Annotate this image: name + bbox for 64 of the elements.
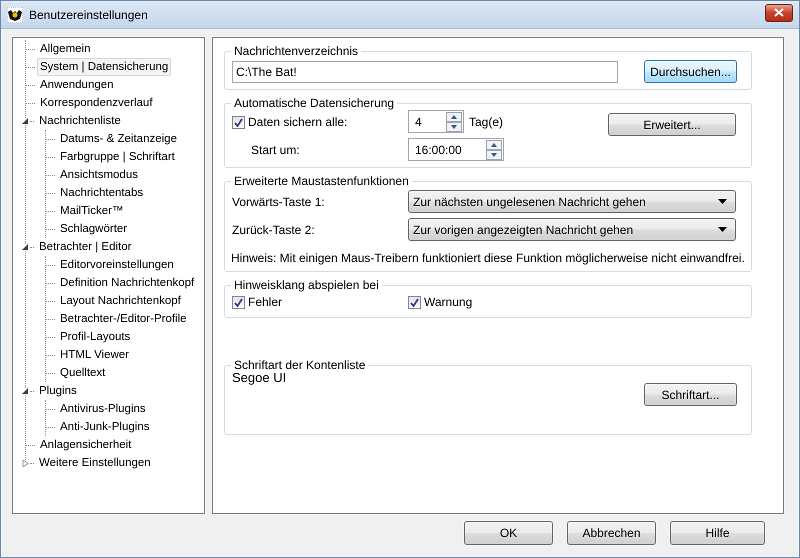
- dropdown[interactable]: Zur vorigen angezeigten Nachricht gehen: [408, 218, 736, 241]
- tree-item[interactable]: HTML Viewer: [57, 346, 132, 364]
- field-label: Zurück-Taste 2:: [232, 222, 316, 236]
- close-icon: [774, 8, 784, 17]
- tree-item[interactable]: Schlagwörter: [57, 220, 130, 238]
- tree-item[interactable]: Betrachter-/Editor-Profile: [57, 310, 190, 328]
- tree-item[interactable]: System | Datensicherung: [37, 58, 172, 76]
- bat-icon: [7, 6, 23, 22]
- caret-icon: [718, 227, 727, 232]
- collapse-icon[interactable]: [22, 388, 29, 394]
- button[interactable]: Schriftart...: [644, 383, 737, 406]
- tree-item[interactable]: Anlagensicherheit: [37, 436, 134, 454]
- caret-icon: [718, 199, 727, 204]
- hint-text: Hinweis: Mit einigen Maus-Treibern funktioniert diese Funktion möglicherweise nicht einwandfrei.: [231, 251, 746, 265]
- font-name: Segoe UI: [232, 370, 288, 385]
- tree-item[interactable]: Anti-Junk-Plugins: [57, 418, 152, 436]
- field-label: Start um:: [250, 143, 301, 157]
- checkbox[interactable]: [408, 296, 421, 308]
- button[interactable]: Durchsuchen...: [644, 60, 737, 83]
- tree-item[interactable]: Quelltext: [57, 364, 108, 382]
- tree-item[interactable]: Profil-Layouts: [57, 328, 134, 346]
- tree-item[interactable]: Nachrichtenliste: [36, 112, 124, 130]
- tree-item[interactable]: Korrespondenzverlauf: [37, 94, 156, 112]
- button[interactable]: Erweitert...: [608, 113, 736, 136]
- checkbox[interactable]: [232, 116, 245, 128]
- expand-icon[interactable]: [22, 460, 29, 466]
- unit-label: Tag(e): [469, 114, 504, 128]
- tree-item[interactable]: Datums- & Zeitanzeige: [57, 130, 180, 148]
- close-button[interactable]: [765, 4, 793, 22]
- tree-item[interactable]: Betrachter | Editor: [36, 238, 134, 256]
- tree-item[interactable]: Editorvoreinstellungen: [57, 256, 177, 274]
- spin-field[interactable]: 4: [408, 110, 464, 133]
- spin-field[interactable]: 16:00:00: [408, 138, 504, 161]
- tree-item[interactable]: Ansichtsmodus: [57, 166, 141, 184]
- tree-item[interactable]: Plugins: [36, 382, 80, 400]
- button[interactable]: Abbrechen: [567, 521, 656, 545]
- tree-item[interactable]: Antivirus-Plugins: [57, 400, 149, 418]
- path-field[interactable]: C:\The Bat!: [232, 60, 618, 82]
- group-title: Nachrichtenverzeichnis: [233, 44, 360, 58]
- tree-item[interactable]: MailTicker™: [57, 202, 126, 220]
- dropdown[interactable]: Zur nächsten ungelesenen Nachricht gehen: [408, 190, 736, 213]
- checkbox[interactable]: [232, 296, 245, 308]
- collapse-icon[interactable]: [22, 244, 29, 250]
- field-label: Vorwärts-Taste 1:: [232, 194, 326, 208]
- tree-item[interactable]: Allgemein: [37, 40, 94, 58]
- group-title: Automatische Datensicherung: [233, 96, 396, 110]
- spinner-arrows-icon: [486, 140, 502, 160]
- button[interactable]: OK: [464, 521, 553, 545]
- tree-item[interactable]: Nachrichtentabs: [57, 184, 146, 202]
- checkbox-label: Warnung: [424, 295, 472, 309]
- tree-item[interactable]: Farbgruppe | Schriftart: [57, 148, 178, 166]
- group-title: Hinweisklang abspielen bei: [233, 278, 380, 292]
- tree-item[interactable]: Weitere Einstellungen: [36, 454, 154, 472]
- collapse-icon[interactable]: [22, 118, 29, 124]
- window-title: Benutzereinstellungen: [29, 8, 149, 22]
- checkbox-label: Daten sichern alle:: [248, 115, 348, 129]
- button[interactable]: Hilfe: [670, 521, 765, 545]
- checkbox-label: Fehler: [248, 295, 282, 309]
- spinner-arrows-icon: [446, 112, 462, 132]
- group-title: Erweiterte Maustastenfunktionen: [233, 174, 410, 188]
- tree-item[interactable]: Anwendungen: [37, 76, 117, 94]
- tree-item[interactable]: Definition Nachrichtenkopf: [57, 274, 198, 292]
- tree-item[interactable]: Layout Nachrichtenkopf: [57, 292, 184, 310]
- group-title: Schriftart der Kontenliste: [233, 358, 366, 372]
